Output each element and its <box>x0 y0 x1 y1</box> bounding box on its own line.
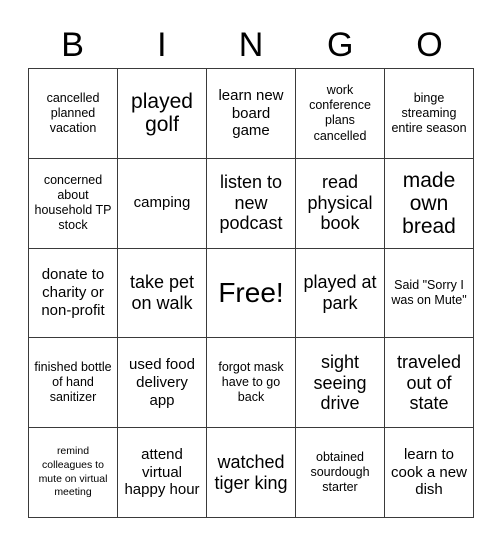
bingo-cell[interactable]: attend virtual happy hour <box>118 428 207 518</box>
header-letter-b: B <box>61 26 84 64</box>
header-letter-n: N <box>238 26 264 64</box>
bingo-cell-label: binge streaming entire season <box>391 90 467 136</box>
bingo-cell[interactable]: binge streaming entire season <box>385 69 474 159</box>
bingo-cell-label: watched tiger king <box>214 452 288 493</box>
bingo-cell-label: listen to new podcast <box>219 172 283 234</box>
bingo-cell[interactable]: Said "Sorry I was on Mute" <box>385 248 474 339</box>
bingo-cell[interactable]: played at park <box>296 248 385 339</box>
bingo-cell-label: played at park <box>303 272 377 313</box>
header-letter-o: O <box>416 26 443 64</box>
bingo-cell[interactable]: read physical book <box>296 158 385 249</box>
bingo-cell-label: remind colleagues to mute on virtual mee… <box>38 445 108 499</box>
bingo-cell-label: obtained sourdough starter <box>310 449 370 495</box>
bingo-cell[interactable]: listen to new podcast <box>207 158 296 249</box>
bingo-cell-label: sight seeing drive <box>313 352 367 414</box>
bingo-cell-label: made own bread <box>402 168 456 238</box>
bingo-cell-label: read physical book <box>307 172 373 234</box>
bingo-header: B I N G O <box>28 22 474 68</box>
bingo-cell-label: attend virtual happy hour <box>124 446 200 499</box>
bingo-cell[interactable]: cancelled planned vacation <box>29 69 118 159</box>
bingo-cell[interactable]: work conference plans cancelled <box>296 69 385 159</box>
bingo-cell-label: concerned about household TP stock <box>34 172 112 233</box>
bingo-cell-label: camping <box>133 194 191 212</box>
bingo-cell[interactable]: finished bottle of hand sanitizer <box>29 338 118 429</box>
bingo-cell-free[interactable]: Free! <box>207 248 296 339</box>
bingo-cell-label: work conference plans cancelled <box>309 82 371 143</box>
bingo-cell[interactable]: forgot mask have to go back <box>207 338 296 429</box>
bingo-cell-label: forgot mask have to go back <box>218 359 284 405</box>
bingo-cell-label: donate to charity or non-profit <box>41 266 105 319</box>
bingo-cell[interactable]: traveled out of state <box>385 338 474 429</box>
bingo-cell[interactable]: used food delivery app <box>118 338 207 429</box>
bingo-card: B I N G O cancelled planned vacation pla… <box>0 0 500 544</box>
header-letter-g: G <box>326 26 354 64</box>
bingo-cell[interactable]: watched tiger king <box>207 428 296 518</box>
bingo-cell[interactable]: played golf <box>118 69 207 159</box>
bingo-cell[interactable]: concerned about household TP stock <box>29 158 118 249</box>
bingo-cell-label: used food delivery app <box>129 356 195 409</box>
bingo-cell-label: traveled out of state <box>396 352 462 414</box>
bingo-cell-label: Said "Sorry I was on Mute" <box>391 277 467 307</box>
header-letter-i: I <box>157 26 167 64</box>
bingo-cell[interactable]: camping <box>118 158 207 249</box>
bingo-cell[interactable]: made own bread <box>385 158 474 249</box>
bingo-cell-label: learn to cook a new dish <box>391 446 467 499</box>
bingo-cell[interactable]: learn new board game <box>207 69 296 159</box>
bingo-cell[interactable]: obtained sourdough starter <box>296 428 385 518</box>
bingo-cell-label: cancelled planned vacation <box>46 90 100 136</box>
bingo-cell[interactable]: donate to charity or non-profit <box>29 248 118 339</box>
bingo-cell-label: take pet on walk <box>129 272 195 313</box>
bingo-cell[interactable]: sight seeing drive <box>296 338 385 429</box>
bingo-cell[interactable]: take pet on walk <box>118 248 207 339</box>
bingo-cell[interactable]: learn to cook a new dish <box>385 428 474 518</box>
bingo-cell-label: Free! <box>218 277 284 309</box>
bingo-cell-label: finished bottle of hand sanitizer <box>34 359 112 405</box>
bingo-grid: cancelled planned vacation played golf l… <box>28 68 474 518</box>
bingo-cell-label: learn new board game <box>218 86 284 140</box>
bingo-cell-label: played golf <box>131 90 193 137</box>
bingo-cell[interactable]: remind colleagues to mute on virtual mee… <box>29 428 118 518</box>
